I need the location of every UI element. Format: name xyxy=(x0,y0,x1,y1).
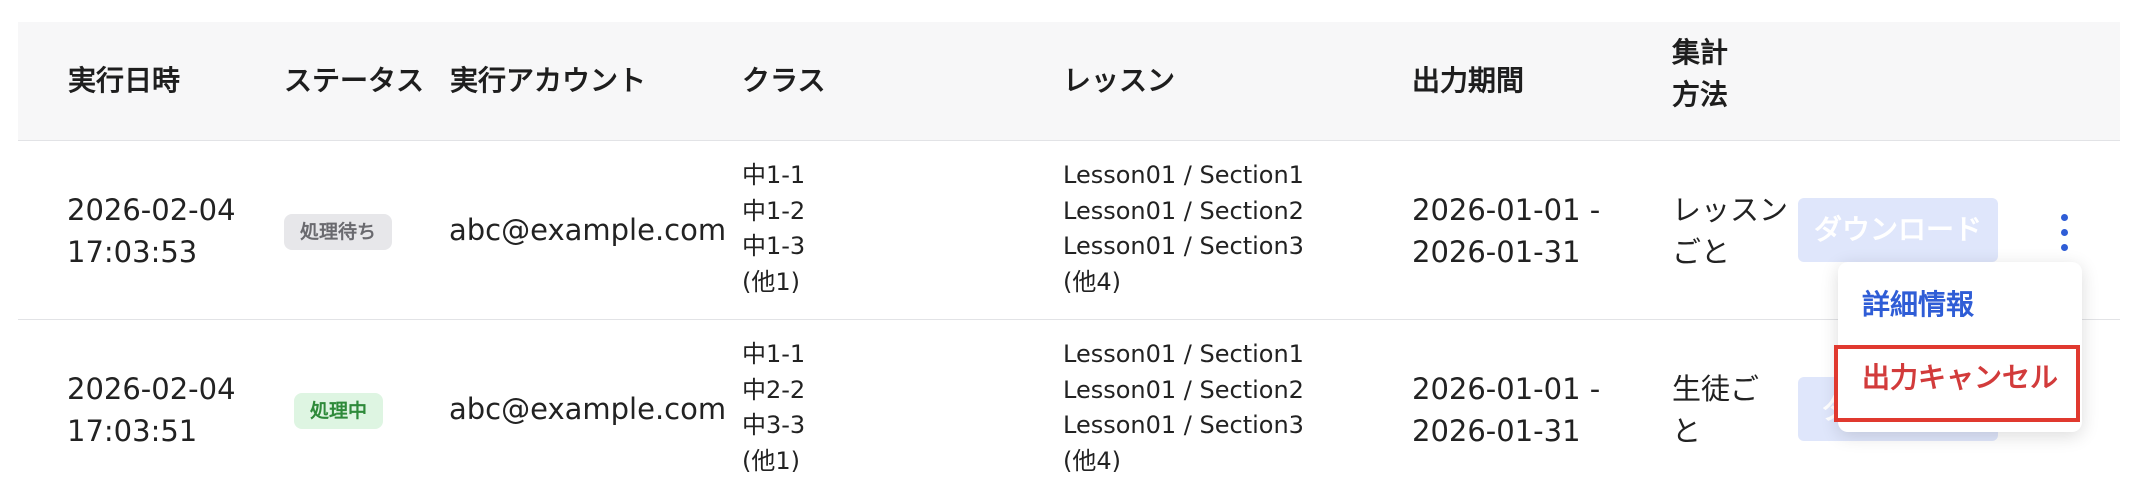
header-status: ステータス xyxy=(284,64,425,97)
executed-time: 17:03:51 xyxy=(67,414,198,448)
lesson-item: Lesson01 / Section2 xyxy=(1063,375,1304,404)
period-start: 2026-01-01 - xyxy=(1412,193,1601,227)
lesson-more: (他4) xyxy=(1063,267,1121,296)
status-badge: 処理中 xyxy=(294,393,384,429)
period-end: 2026-01-31 xyxy=(1412,414,1581,448)
lesson-item: Lesson01 / Section3 xyxy=(1063,411,1304,439)
table-row: 2026-02-04 17:03:51 処理中 abc@example.com … xyxy=(18,320,2120,490)
lesson-item: Lesson01 / Section2 xyxy=(1063,196,1304,225)
download-button[interactable]: ダウンロード xyxy=(1798,198,1998,262)
class-item: 中1-2 xyxy=(742,196,806,225)
header-method-line1: 集計 xyxy=(1672,36,1729,69)
class-item: 中3-3 xyxy=(742,411,806,439)
table-header: 実行日時 ステータス 実行アカウント クラス レッスン 出力期間 集計 方法 xyxy=(18,22,2120,141)
class-item: 中1-1 xyxy=(742,161,806,189)
export-history-table: 実行日時 ステータス 実行アカウント クラス レッスン 出力期間 集計 方法 2… xyxy=(18,22,2120,490)
header-class: クラス xyxy=(742,64,826,97)
class-more: (他1) xyxy=(742,446,800,475)
class-more: (他1) xyxy=(742,267,800,296)
method-line2: と xyxy=(1672,414,1702,448)
more-options-icon[interactable] xyxy=(2056,214,2072,254)
class-item: 中1-1 xyxy=(742,340,806,368)
executed-time: 17:03:53 xyxy=(67,235,198,269)
header-executed-at: 実行日時 xyxy=(68,64,181,97)
status-badge: 処理待ち xyxy=(284,214,393,250)
class-item: 中2-2 xyxy=(742,375,806,404)
lesson-list: Lesson01 / Section1 Lesson01 / Section2 … xyxy=(1063,337,1304,479)
period-end: 2026-01-31 xyxy=(1412,235,1581,269)
menu-item-detail[interactable]: 詳細情報 xyxy=(1862,284,1974,326)
table-row: 2026-02-04 17:03:53 処理待ち abc@example.com… xyxy=(18,141,2120,320)
header-period: 出力期間 xyxy=(1412,64,1525,97)
method-line2: ごと xyxy=(1672,235,1731,269)
executed-date: 2026-02-04 xyxy=(67,372,236,406)
method-line1: レッスン xyxy=(1672,193,1789,227)
method-line1: 生徒ご xyxy=(1672,372,1760,406)
account-email: abc@example.com xyxy=(449,213,727,247)
header-account: 実行アカウント xyxy=(450,64,647,97)
header-method-line2: 方法 xyxy=(1672,78,1729,111)
class-item: 中1-3 xyxy=(742,232,806,260)
highlight-outline xyxy=(1834,345,2080,422)
lesson-item: Lesson01 / Section3 xyxy=(1063,232,1304,260)
period-start: 2026-01-01 - xyxy=(1412,372,1601,406)
account-email: abc@example.com xyxy=(449,392,727,426)
lesson-item: Lesson01 / Section1 xyxy=(1063,340,1304,368)
executed-date: 2026-02-04 xyxy=(67,193,236,227)
lesson-item: Lesson01 / Section1 xyxy=(1063,161,1304,189)
lesson-more: (他4) xyxy=(1063,446,1121,475)
class-list: 中1-1 中1-2 中1-3 (他1) xyxy=(742,158,805,300)
class-list: 中1-1 中2-2 中3-3 (他1) xyxy=(742,337,805,479)
lesson-list: Lesson01 / Section1 Lesson01 / Section2 … xyxy=(1063,158,1304,300)
header-lesson: レッスン xyxy=(1063,64,1176,97)
